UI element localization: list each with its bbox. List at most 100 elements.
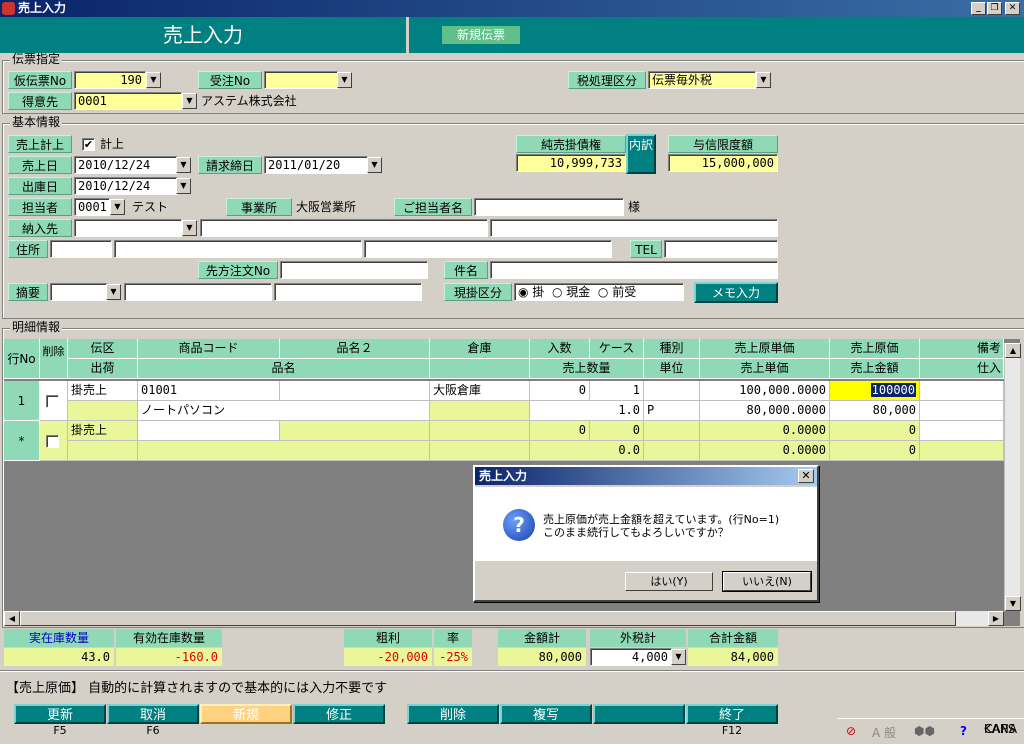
row-1-warehouse[interactable]: 大阪倉庫: [430, 381, 530, 401]
row-new-unit[interactable]: [644, 441, 700, 461]
row-1-cost-unit-price[interactable]: 100,000.0000: [700, 381, 830, 401]
row-1-unit-price[interactable]: 80,000.0000: [700, 401, 830, 421]
staff-code-input[interactable]: 0001: [74, 198, 110, 216]
summary1-input[interactable]: [124, 283, 272, 301]
row-new-shipment[interactable]: [68, 441, 138, 461]
grid-vertical-scrollbar[interactable]: ▲ ▼: [1004, 343, 1021, 611]
postal-code-input[interactable]: [50, 240, 112, 258]
customer-order-input[interactable]: [280, 261, 428, 279]
payment-radio-cash[interactable]: ○ 現金: [552, 285, 590, 299]
subject-input[interactable]: [490, 261, 778, 279]
row-1-purchase[interactable]: [920, 401, 1004, 421]
ship-date-dropdown[interactable]: ▼: [176, 178, 191, 194]
fkey-cancel-button[interactable]: 取消: [107, 704, 199, 724]
fkey-delete-button[interactable]: 削除: [407, 704, 499, 724]
row-new-slip-type[interactable]: 掛売上: [68, 421, 138, 441]
row-1-product-name[interactable]: ノートパソコン: [138, 401, 430, 421]
tax-select[interactable]: 伝票毎外税: [648, 71, 756, 89]
delivery-dropdown[interactable]: ▼: [182, 220, 197, 236]
close-button[interactable]: ✕: [1005, 2, 1020, 15]
minimize-button[interactable]: _: [971, 2, 986, 15]
row-1-per-case[interactable]: 0: [530, 381, 590, 401]
tax-dropdown[interactable]: ▼: [756, 72, 771, 88]
contact-input[interactable]: [474, 198, 624, 216]
row-1-remarks[interactable]: [920, 381, 1004, 401]
row-1-unit[interactable]: P: [644, 401, 700, 421]
summary-code-input[interactable]: [50, 283, 108, 301]
row-new-product-code[interactable]: [138, 421, 280, 441]
tel-input[interactable]: [664, 240, 778, 258]
breakdown-button[interactable]: 内訳: [626, 134, 656, 174]
row-new-warehouse[interactable]: [430, 421, 530, 441]
scroll-left-icon[interactable]: ◀: [4, 611, 20, 626]
payment-radio-advance[interactable]: ○ 前受: [598, 285, 636, 299]
row-new-quantity[interactable]: 0.0: [530, 441, 644, 461]
summary2-input[interactable]: [274, 283, 422, 301]
row-1-product-code[interactable]: 01001: [138, 381, 280, 401]
sales-date-dropdown[interactable]: ▼: [176, 157, 191, 173]
row-new-unit-price[interactable]: 0.0000: [700, 441, 830, 461]
billing-close-input[interactable]: 2011/01/20: [264, 156, 368, 174]
address1-input[interactable]: [114, 240, 362, 258]
ship-date-input[interactable]: 2010/12/24: [74, 177, 178, 195]
row-new-cost[interactable]: 0: [830, 421, 920, 441]
fkey-cancel-key: F6: [146, 724, 160, 737]
row-new-kind[interactable]: [644, 421, 700, 441]
delivery-name2-input[interactable]: [490, 219, 778, 237]
customer-code-input[interactable]: 0001: [74, 92, 182, 110]
ext-tax-select[interactable]: 4,000: [590, 648, 672, 666]
delivery-name-input[interactable]: [200, 219, 488, 237]
ext-tax-dropdown[interactable]: ▼: [671, 649, 686, 665]
temp-slip-no-input[interactable]: 190: [74, 71, 146, 89]
fkey-modify-button[interactable]: 修正: [293, 704, 385, 724]
sales-post-checkbox[interactable]: ✔: [82, 138, 95, 151]
grid-horizontal-scrollbar[interactable]: ◀ ▶: [4, 611, 1004, 626]
ime-status-icon[interactable]: ⊘: [846, 724, 856, 738]
row-1-cases[interactable]: 1: [590, 381, 644, 401]
payment-radio-kake[interactable]: ◉ 掛: [518, 285, 544, 299]
scroll-up-icon[interactable]: ▲: [1005, 343, 1021, 358]
fkey-update-button[interactable]: 更新: [14, 704, 106, 724]
delivery-code-input[interactable]: [74, 219, 182, 237]
staff-dropdown[interactable]: ▼: [110, 199, 125, 215]
order-no-dropdown[interactable]: ▼: [337, 72, 352, 88]
row-new-remarks[interactable]: [920, 421, 1004, 441]
maximize-button[interactable]: ❐: [987, 2, 1002, 15]
ime-mode-label[interactable]: A 般: [872, 724, 896, 741]
order-no-input[interactable]: [264, 71, 338, 89]
memo-button[interactable]: メモ入力: [694, 282, 778, 303]
row-new-per-case[interactable]: 0: [530, 421, 590, 441]
dialog-no-button[interactable]: いいえ(N): [722, 571, 812, 592]
row-new-purchase[interactable]: [920, 441, 1004, 461]
scroll-right-icon[interactable]: ▶: [988, 611, 1004, 626]
row-1-product-name2[interactable]: [280, 381, 430, 401]
scroll-down-icon[interactable]: ▼: [1005, 596, 1021, 611]
row-1-kind[interactable]: [644, 381, 700, 401]
row-1-slip-type[interactable]: 掛売上: [68, 381, 138, 401]
row-1-cost[interactable]: 100000: [830, 381, 920, 401]
row-new-delete-checkbox[interactable]: [46, 435, 59, 448]
dialog-close-icon[interactable]: ✕: [798, 469, 814, 483]
dialog-yes-button[interactable]: はい(Y): [625, 572, 713, 591]
fkey-blank-button[interactable]: [593, 704, 685, 724]
scroll-h-thumb[interactable]: [20, 611, 956, 626]
row-new-product-name[interactable]: [138, 441, 430, 461]
row-new-product-name2[interactable]: [280, 421, 430, 441]
row-1-quantity[interactable]: 1.0: [530, 401, 644, 421]
help-icon[interactable]: ?: [960, 724, 967, 738]
customer-dropdown[interactable]: ▼: [182, 93, 197, 109]
fkey-copy-button[interactable]: 複写: [500, 704, 592, 724]
address2-input[interactable]: [364, 240, 612, 258]
billing-close-dropdown[interactable]: ▼: [367, 157, 382, 173]
ime-toolbar-icon[interactable]: ⬢⬢: [914, 724, 935, 738]
row-new-cases[interactable]: 0: [590, 421, 644, 441]
fkey-new-button[interactable]: 新規: [200, 704, 292, 724]
row-1-delete-checkbox[interactable]: [46, 395, 59, 408]
fkey-exit-button[interactable]: 終了: [686, 704, 778, 724]
row-new-cost-unit-price[interactable]: 0.0000: [700, 421, 830, 441]
sales-date-input[interactable]: 2010/12/24: [74, 156, 178, 174]
temp-slip-no-dropdown[interactable]: ▼: [146, 72, 161, 88]
summary-dropdown[interactable]: ▼: [106, 284, 121, 300]
row-1-shipment[interactable]: [68, 401, 138, 421]
row-1-delete-cell: [40, 381, 68, 421]
